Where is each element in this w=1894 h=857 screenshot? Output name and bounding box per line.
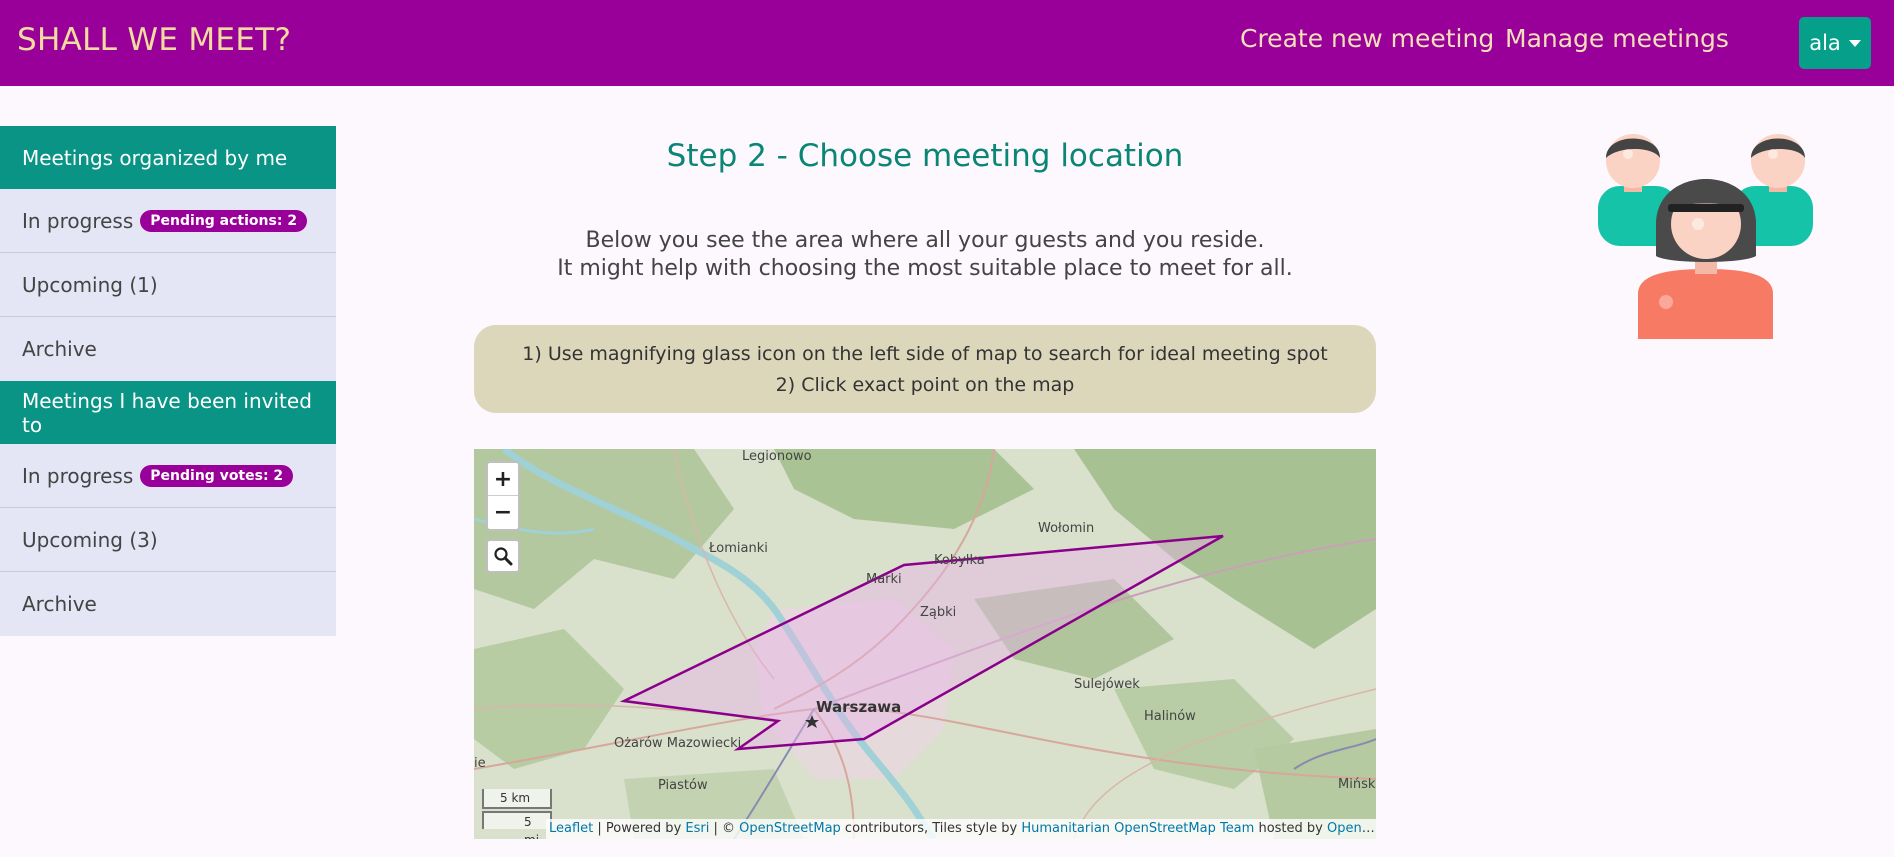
osmfr-link[interactable]: OpenS… (1327, 821, 1376, 836)
sidebar-header-organized: Meetings organized by me (0, 126, 336, 189)
brand-logo[interactable]: SHALL WE MEET? (17, 22, 291, 58)
attribution-text: hosted by (1254, 821, 1327, 836)
map-label-partial: ie (474, 756, 486, 771)
map-label-zabki: Ząbki (920, 605, 957, 620)
map-tiles (474, 449, 1376, 839)
page-description: Below you see the area where all your gu… (474, 227, 1376, 283)
top-navbar: SHALL WE MEET? Create new meeting Manage… (0, 0, 1894, 86)
map-label-piastow: Piastów (658, 778, 708, 793)
attribution-text: contributors, Tiles style by (840, 821, 1022, 836)
zoom-control: + − (486, 461, 520, 531)
page-title: Step 2 - Choose meeting location (666, 138, 1184, 174)
scale-bar-km: 5 km (482, 789, 552, 809)
instruction-line: 2) Click exact point on the map (775, 374, 1075, 396)
map-label-halinow: Halinów (1144, 709, 1196, 724)
sidebar-item-invited-in-progress[interactable]: In progress Pending votes: 2 (0, 444, 336, 508)
zoom-out-button[interactable]: − (488, 496, 518, 529)
leaflet-link[interactable]: Leaflet (549, 821, 593, 836)
pending-actions-badge: Pending actions: 2 (140, 209, 308, 232)
map-label-ozarow: Ożarów Mazowiecki (614, 736, 742, 751)
map-attribution: Leaflet | Powered by Esri | © OpenStreet… (546, 819, 1376, 839)
instruction-line: 1) Use magnifying glass icon on the left… (522, 343, 1328, 365)
map-label-marki: Marki (866, 572, 902, 587)
scale-bar-mi: 5 mi (482, 811, 552, 839)
caret-down-icon (1848, 39, 1861, 47)
hot-link[interactable]: Humanitarian OpenStreetMap Team (1021, 821, 1254, 836)
manage-meetings-link[interactable]: Manage meetings (1505, 24, 1729, 53)
map-label-lomianki: Łomianki (709, 541, 768, 556)
sidebar-item-organized-archive[interactable]: Archive (0, 317, 336, 381)
sidebar-item-label: In progress (22, 208, 134, 233)
user-menu-button[interactable]: ala (1799, 17, 1871, 69)
sidebar-item-label: In progress (22, 463, 134, 488)
description-line: It might help with choosing the most sui… (557, 256, 1293, 281)
osm-link[interactable]: OpenStreetMap (739, 821, 841, 836)
map-label-legionowo: Legionowo (742, 449, 812, 464)
map-label-kobylka: Kobyłka (934, 553, 985, 568)
sidebar-item-invited-archive[interactable]: Archive (0, 572, 336, 636)
attribution-text: | © (709, 821, 740, 836)
user-name: ala (1809, 31, 1841, 55)
sidebar-item-invited-upcoming[interactable]: Upcoming (3) (0, 508, 336, 572)
map-search-button[interactable] (486, 539, 520, 573)
magnifying-glass-icon (494, 547, 513, 566)
zoom-in-button[interactable]: + (488, 463, 518, 496)
map-label-minsk: Mińsk (1338, 777, 1376, 792)
map-label-warszawa: Warszawa (816, 698, 902, 716)
instructions-box: 1) Use magnifying glass icon on the left… (474, 325, 1376, 413)
people-group-illustration (1598, 134, 1813, 339)
sidebar: Meetings organized by me In progress Pen… (0, 126, 336, 636)
sidebar-item-organized-in-progress[interactable]: In progress Pending actions: 2 (0, 189, 336, 253)
map-label-sulejowek: Sulejówek (1074, 677, 1140, 692)
create-meeting-link[interactable]: Create new meeting (1240, 24, 1494, 53)
map-label-wolomin: Wołomin (1038, 521, 1095, 536)
description-line: Below you see the area where all your gu… (585, 228, 1265, 253)
pending-votes-badge: Pending votes: 2 (140, 464, 294, 487)
map[interactable]: Legionowo Łomianki Wołomin Kobyłka Marki… (474, 449, 1376, 839)
esri-link[interactable]: Esri (685, 821, 709, 836)
sidebar-header-invited: Meetings I have been invited to (0, 381, 336, 444)
attribution-text: | Powered by (593, 821, 686, 836)
sidebar-item-organized-upcoming[interactable]: Upcoming (1) (0, 253, 336, 317)
